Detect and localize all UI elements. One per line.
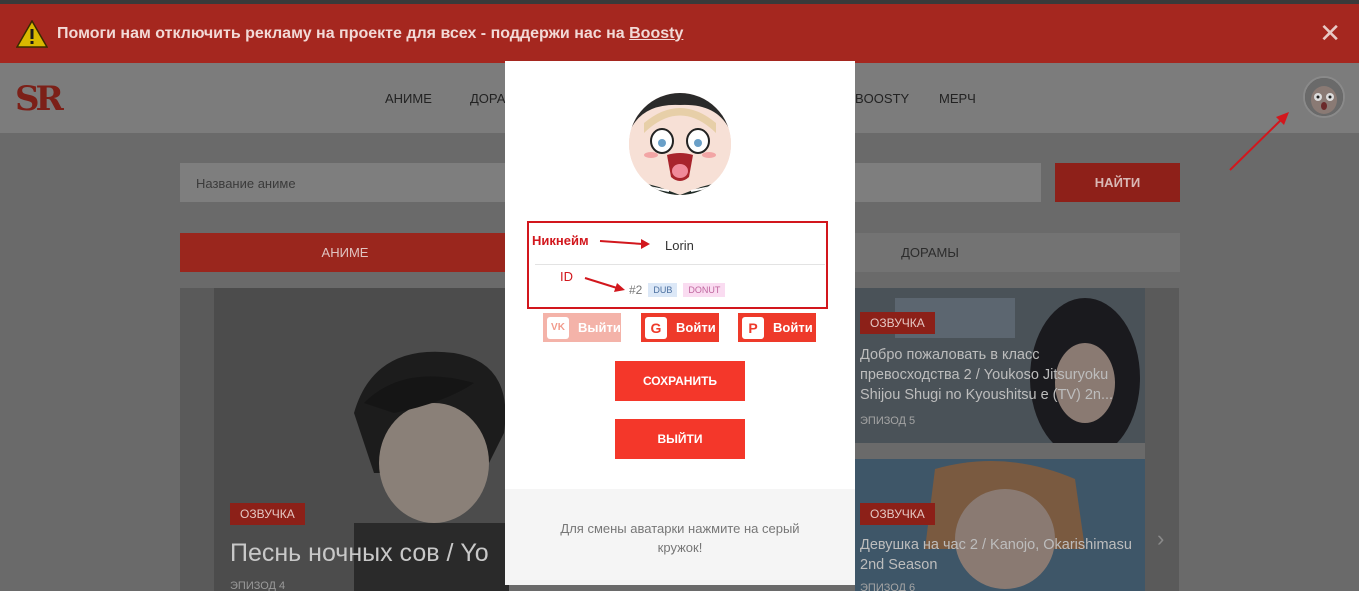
avatar-hint: Для смены аватарки нажмите на серый круж… <box>560 521 800 555</box>
slider-next[interactable]: › <box>1145 288 1179 591</box>
search-button[interactable]: НАЙТИ <box>1055 163 1180 202</box>
nav-item-boosty[interactable]: BOOSTY <box>855 91 909 106</box>
boosty-link[interactable]: Boosty <box>629 25 683 42</box>
featured-title[interactable]: Песнь ночных сов / Yo <box>230 539 510 568</box>
card-badge: ОЗВУЧКА <box>860 312 935 334</box>
save-button[interactable]: СОХРАНИТЬ <box>615 361 745 401</box>
google-button-label: Войти <box>676 320 716 335</box>
user-avatar[interactable] <box>1303 76 1345 118</box>
vk-icon: VK <box>547 316 569 339</box>
featured-badge: ОЗВУЧКА <box>230 503 305 525</box>
slider-prev[interactable] <box>180 288 214 591</box>
nav-item-anime[interactable]: АНИМЕ <box>385 91 432 106</box>
tag-dub: DUB <box>648 283 678 297</box>
card-title[interactable]: Девушка на час 2 / Kanojo, Okarishimasu … <box>860 535 1140 575</box>
banner-text: Помоги нам отключить рекламу на проекте … <box>57 24 684 42</box>
featured-episode: ЭПИЗОД 4 <box>230 580 286 591</box>
tag-donut: DONUT <box>683 283 726 297</box>
google-login-button[interactable]: G Войти <box>641 313 719 342</box>
patreon-login-button[interactable]: P Войти <box>738 313 816 342</box>
site-logo[interactable]: SR <box>15 79 64 119</box>
logout-button[interactable]: ВЫЙТИ <box>615 419 745 459</box>
patreon-button-label: Войти <box>773 320 813 335</box>
support-banner: Помоги нам отключить рекламу на проекте … <box>0 4 1359 63</box>
chevron-right-icon: › <box>1157 526 1165 551</box>
search-placeholder: Название аниме <box>196 176 296 191</box>
warning-icon <box>16 19 48 48</box>
user-id: #2 <box>629 283 643 297</box>
google-icon: G <box>645 316 667 339</box>
tab-anime[interactable]: АНИМЕ <box>180 233 510 272</box>
vk-logout-button[interactable]: VK Выйти <box>543 313 621 342</box>
patreon-icon: P <box>742 316 764 339</box>
card-episode: ЭПИЗОД 5 <box>860 415 916 427</box>
card-episode: ЭПИЗОД 6 <box>860 582 916 591</box>
nav-item-dorama[interactable]: ДОРА <box>470 91 505 106</box>
card-badge: ОЗВУЧКА <box>860 503 935 525</box>
avatar-image <box>1305 78 1343 116</box>
id-row: #2 DUB DONUT <box>629 283 726 297</box>
close-icon[interactable]: ✕ <box>1319 20 1341 46</box>
vk-button-label: Выйти <box>578 320 621 335</box>
profile-modal: Lorin Никнейм ID #2 DUB DONUT VK Выйти G… <box>505 61 855 585</box>
nav-item-merch[interactable]: МЕРЧ <box>939 91 976 106</box>
modal-footer: Для смены аватарки нажмите на серый круж… <box>505 489 855 585</box>
card-title[interactable]: Добро пожаловать в класс превосходства 2… <box>860 345 1140 405</box>
